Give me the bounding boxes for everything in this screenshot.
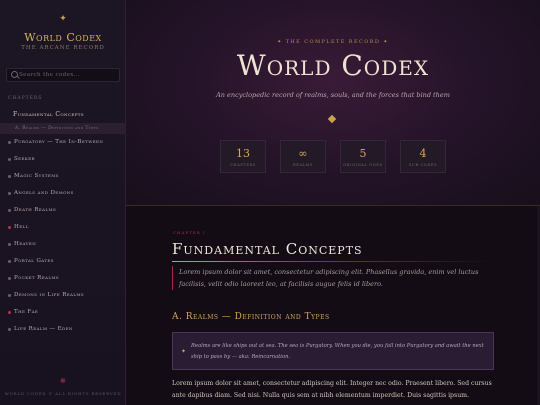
bullet-icon <box>8 243 11 246</box>
nav-item-label: Angels and Demons <box>14 190 74 196</box>
bullet-icon <box>8 158 11 161</box>
nav-item-label: Heaven <box>14 241 37 247</box>
stat-label: SUB-CODES <box>408 163 438 167</box>
stat-card-realms: ∞ REALMS <box>280 140 326 173</box>
stat-label: REALMS <box>292 163 314 167</box>
nav-item-label: Life Realm — Eden <box>14 326 73 332</box>
section-divider <box>172 261 492 262</box>
sidebar-footer: WORLD CODEX © ALL RIGHTS RESERVED <box>4 391 122 396</box>
nav-item-fundamental-concepts[interactable]: Fundamental Concepts <box>0 106 126 123</box>
callout-box: ✦ Realms are like ships out at sea. The … <box>172 332 494 370</box>
nav-item-label: Seeker <box>14 156 35 162</box>
bullet-icon <box>8 328 11 331</box>
nav-item-label: Demons in Life Realms <box>14 292 85 298</box>
nav-item-label: Magic Systems <box>14 173 59 179</box>
brand-star-icon: ✦ <box>59 14 67 24</box>
chapter-tag: CHAPTER I <box>173 230 206 235</box>
bullet-icon <box>8 175 11 178</box>
stat-value: 4 <box>419 147 427 160</box>
subsection-heading: A. Realms — Definition and Types <box>172 312 330 322</box>
nav-item-portal-gates[interactable]: Portal Gates <box>0 253 126 270</box>
nav-item-label: A. Realms — Definition and Types <box>15 126 99 131</box>
hero-subtitle: An encyclopedic record of realms, souls,… <box>216 91 450 99</box>
brand-subtitle: THE ARCANE RECORD <box>21 45 105 51</box>
nav-item-magic-systems[interactable]: Magic Systems <box>0 168 126 185</box>
chapter-nav: Fundamental Concepts A. Realms — Definit… <box>0 106 126 338</box>
nav-item-purgatory[interactable]: Purgatory — The In-Between <box>0 134 126 151</box>
nav-item-label: The Fae <box>14 309 39 315</box>
bullet-icon <box>8 311 11 314</box>
nav-item-the-fae[interactable]: The Fae <box>0 304 126 321</box>
hero-banner: ✦ THE COMPLETE RECORD ✦ World Codex An e… <box>126 0 540 206</box>
search-icon <box>11 71 18 78</box>
star-icon: ✦ <box>181 348 187 355</box>
bullet-icon <box>8 260 11 263</box>
stat-card-chapters: 13 CHAPTERS <box>220 140 266 173</box>
bullet-icon <box>8 141 11 144</box>
nav-item-demons-life-realms[interactable]: Demons in Life Realms <box>0 287 126 304</box>
search-input[interactable] <box>19 69 117 81</box>
nav-item-heaven[interactable]: Heaven <box>0 236 126 253</box>
stat-value: ∞ <box>298 147 308 160</box>
nav-item-label: Purgatory — The In-Between <box>14 139 104 145</box>
bullet-icon <box>8 294 11 297</box>
main-content: ✦ THE COMPLETE RECORD ✦ World Codex An e… <box>126 0 540 405</box>
stats-row: 13 CHAPTERS ∞ REALMS 5 ORIGINAL GODS 4 S… <box>220 140 446 174</box>
nav-item-pocket-realms[interactable]: Pocket Realms <box>0 270 126 287</box>
search-box[interactable] <box>6 68 120 82</box>
bullet-icon <box>8 209 11 212</box>
lead-paragraph: Lorem ipsum dolor sit amet, consectetur … <box>172 266 501 290</box>
brand-title[interactable]: World Codex <box>0 31 126 44</box>
nav-item-hell[interactable]: Hell <box>0 219 126 236</box>
nav-item-seeker[interactable]: Seeker <box>0 151 126 168</box>
nav-item-realms-definition[interactable]: A. Realms — Definition and Types <box>0 123 126 134</box>
stat-label: ORIGINAL GODS <box>343 163 383 167</box>
body-paragraph: Lorem ipsum dolor sit amet, consectetur … <box>172 380 492 399</box>
callout-text: Realms are like ships out at sea. The se… <box>191 343 484 360</box>
hero-title: World Codex <box>236 49 430 82</box>
hero-eyebrow: ✦ THE COMPLETE RECORD ✦ <box>277 39 389 45</box>
ornament-icon: ❋ <box>60 377 66 385</box>
nav-item-label: Hell <box>14 224 29 230</box>
sidebar: ✦ World Codex THE ARCANE RECORD CHAPTERS… <box>0 0 126 405</box>
section-title: Fundamental Concepts <box>172 240 363 258</box>
nav-item-angels-demons[interactable]: Angels and Demons <box>0 185 126 202</box>
stat-value: 13 <box>236 147 250 160</box>
stat-card-sub-codes: 4 SUB-CODES <box>400 140 446 173</box>
nav-item-label: Portal Gates <box>14 258 54 264</box>
bullet-icon <box>8 226 11 229</box>
stat-card-original-gods: 5 ORIGINAL GODS <box>340 140 386 173</box>
nav-item-label: Death Realms <box>14 207 57 213</box>
nav-item-label: Fundamental Concepts <box>13 111 84 118</box>
chapter-content: CHAPTER I Fundamental Concepts Lorem ips… <box>126 206 540 405</box>
nav-heading: CHAPTERS <box>8 96 43 101</box>
bullet-icon <box>8 277 11 280</box>
bullet-icon <box>8 192 11 195</box>
nav-item-label: Pocket Realms <box>14 275 60 281</box>
stat-label: CHAPTERS <box>230 163 256 167</box>
diamond-icon <box>327 114 337 124</box>
nav-item-death-realms[interactable]: Death Realms <box>0 202 126 219</box>
stat-value: 5 <box>359 147 367 160</box>
nav-item-eden[interactable]: Life Realm — Eden <box>0 321 126 338</box>
